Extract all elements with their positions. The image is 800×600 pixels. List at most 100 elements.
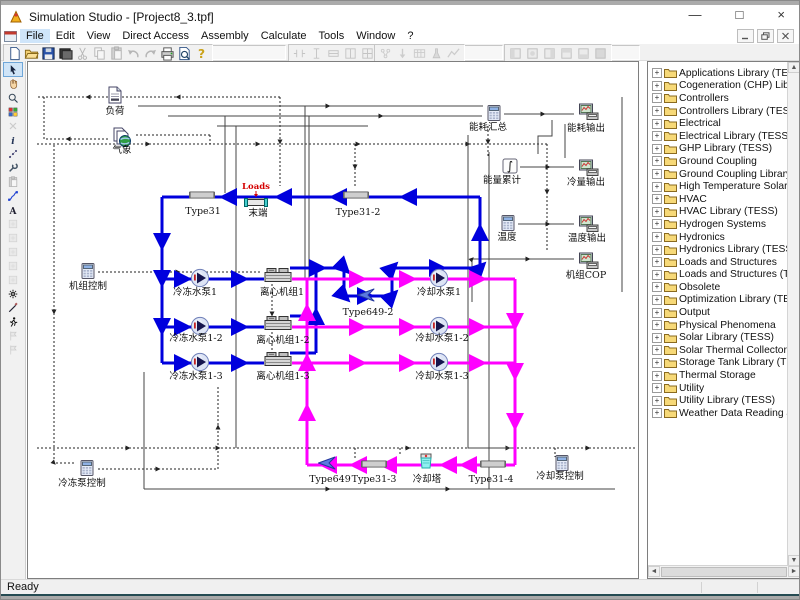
expand-icon[interactable]: +: [652, 308, 662, 318]
expand-icon[interactable]: +: [652, 270, 662, 280]
run-tool-button[interactable]: [4, 315, 22, 328]
expand-icon[interactable]: +: [652, 232, 662, 242]
expand-icon[interactable]: +: [652, 81, 662, 91]
component-cooling-pump-1[interactable]: 冷却水泵1: [417, 269, 461, 298]
component-unit-cop[interactable]: 机组COP: [566, 253, 607, 281]
print-button[interactable]: [159, 46, 176, 61]
expand-icon[interactable]: +: [652, 219, 662, 229]
parameters-tool-button[interactable]: [4, 161, 22, 174]
scroll-left-button[interactable]: ◄: [648, 566, 660, 577]
expand-icon[interactable]: +: [652, 182, 662, 192]
palette-item[interactable]: +Electrical Library (TESS): [649, 130, 787, 143]
draw-tool-button[interactable]: [4, 301, 22, 314]
palette-item[interactable]: +Obsolete: [649, 281, 787, 294]
component-cooling-tower[interactable]: 冷却塔: [413, 454, 442, 485]
menu-calculate[interactable]: Calculate: [255, 29, 313, 43]
pan-tool-button[interactable]: [4, 77, 22, 90]
palette-item[interactable]: +Loads and Structures: [649, 256, 787, 269]
settings-tool-button[interactable]: [4, 287, 22, 300]
link-tool-button[interactable]: [4, 189, 22, 202]
expand-icon[interactable]: +: [652, 320, 662, 330]
palette-item[interactable]: +GHP Library (TESS): [649, 143, 787, 156]
component-temperature-output[interactable]: 温度输出: [568, 216, 606, 244]
component-chiller-2[interactable]: 离心机组1-2: [256, 317, 309, 347]
palette-item[interactable]: +Solar Library (TESS): [649, 331, 787, 344]
component-type649-2[interactable]: Type649-2: [343, 289, 394, 318]
title-bar[interactable]: Simulation Studio - [Project8_3.tpf]: [1, 5, 799, 28]
palette-item[interactable]: +Weather Data Reading and Process: [649, 407, 787, 420]
palette-item[interactable]: +Solar Thermal Collectors: [649, 344, 787, 357]
expand-icon[interactable]: +: [652, 396, 662, 406]
component-cooling-pump-3[interactable]: 冷却水泵1-3: [415, 353, 468, 382]
palette-item[interactable]: +Hydronics: [649, 231, 787, 244]
palette-item[interactable]: +Thermal Storage: [649, 369, 787, 382]
component-cooling-pump-control[interactable]: 冷却泵控制: [536, 456, 584, 483]
palette-item[interactable]: +Storage Tank Library (TESS): [649, 357, 787, 370]
expand-icon[interactable]: +: [652, 358, 662, 368]
components-tool-button[interactable]: [4, 105, 22, 118]
new-button[interactable]: [6, 46, 23, 61]
palette-vertical-scrollbar[interactable]: ▲ ▼: [787, 62, 800, 566]
menu-edit[interactable]: Edit: [50, 29, 81, 43]
component-cooling-pump-2[interactable]: 冷却水泵1-2: [415, 317, 468, 344]
close-button[interactable]: ×: [777, 8, 785, 22]
component-cooling-output[interactable]: 冷量输出: [567, 160, 605, 188]
child-close-button[interactable]: [777, 29, 794, 43]
zoom-tool-button[interactable]: [4, 91, 22, 104]
component-chilled-pump-1[interactable]: 冷冻水泵1: [173, 269, 217, 298]
menu-?[interactable]: ?: [401, 29, 419, 43]
palette-item[interactable]: +Electrical: [649, 117, 787, 130]
palette-item[interactable]: +High Temperature Solar (TESS): [649, 180, 787, 193]
save-button[interactable]: [40, 46, 57, 61]
palette-item[interactable]: +Controllers: [649, 92, 787, 105]
expand-icon[interactable]: +: [652, 383, 662, 393]
expand-icon[interactable]: +: [652, 106, 662, 116]
component-energy-output[interactable]: 能耗输出: [567, 104, 605, 134]
palette-item[interactable]: +HVAC Library (TESS): [649, 206, 787, 219]
menu-view[interactable]: View: [81, 29, 117, 43]
print-preview-button[interactable]: [176, 46, 193, 61]
palette-item[interactable]: +Controllers Library (TESS): [649, 105, 787, 118]
child-minimize-button[interactable]: [737, 29, 754, 43]
palette-item[interactable]: +Cogeneration (CHP) Library (TESS): [649, 80, 787, 93]
component-chilled-pump-control[interactable]: 冷冻泵控制: [58, 461, 106, 490]
palette-item[interactable]: +Ground Coupling: [649, 155, 787, 168]
expand-icon[interactable]: +: [652, 194, 662, 204]
text-tool-button[interactable]: [4, 203, 22, 216]
palette-item[interactable]: +Ground Coupling Library (TESS): [649, 168, 787, 181]
expand-icon[interactable]: +: [652, 144, 662, 154]
palette-item[interactable]: +Hydrogen Systems: [649, 218, 787, 231]
pointer-tool-button[interactable]: [4, 63, 22, 76]
component-chiller-3[interactable]: 离心机组1-3: [256, 353, 309, 383]
scroll-up-button[interactable]: ▲: [788, 62, 800, 73]
menu-file[interactable]: File: [20, 29, 50, 43]
expand-icon[interactable]: +: [652, 207, 662, 217]
component-unit-control[interactable]: 机组控制: [69, 264, 107, 293]
palette-item[interactable]: +Loads and Structures (TESS): [649, 269, 787, 282]
component-type649[interactable]: Type649: [309, 457, 351, 485]
expand-icon[interactable]: +: [652, 345, 662, 355]
expand-icon[interactable]: +: [652, 156, 662, 166]
component-chiller-1[interactable]: 离心机组1: [260, 269, 304, 299]
menu-window[interactable]: Window: [350, 29, 401, 43]
component-temperature[interactable]: 温度: [497, 216, 517, 244]
palette-horizontal-scrollbar[interactable]: ◄ ►: [648, 565, 800, 578]
maximize-button[interactable]: □: [736, 8, 744, 22]
expand-icon[interactable]: +: [652, 282, 662, 292]
expand-icon[interactable]: +: [652, 245, 662, 255]
child-restore-button[interactable]: [757, 29, 774, 43]
component-energy-sum[interactable]: 能耗汇总: [469, 106, 508, 134]
component-chilled-pump-3[interactable]: 冷冻水泵1-3: [169, 353, 222, 382]
component-terminal[interactable]: 末端: [245, 198, 268, 219]
expand-icon[interactable]: +: [652, 93, 662, 103]
expand-icon[interactable]: +: [652, 169, 662, 179]
component-weather[interactable]: 气象: [112, 128, 132, 156]
menu-assembly[interactable]: Assembly: [195, 29, 255, 43]
open-button[interactable]: [23, 46, 40, 61]
expand-icon[interactable]: +: [652, 119, 662, 129]
component-chilled-pump-2[interactable]: 冷冻水泵1-2: [169, 317, 222, 344]
palette-item[interactable]: +Optimization Library (TESS): [649, 294, 787, 307]
expand-icon[interactable]: +: [652, 333, 662, 343]
expand-icon[interactable]: +: [652, 295, 662, 305]
probe-tool-button[interactable]: [4, 147, 22, 160]
